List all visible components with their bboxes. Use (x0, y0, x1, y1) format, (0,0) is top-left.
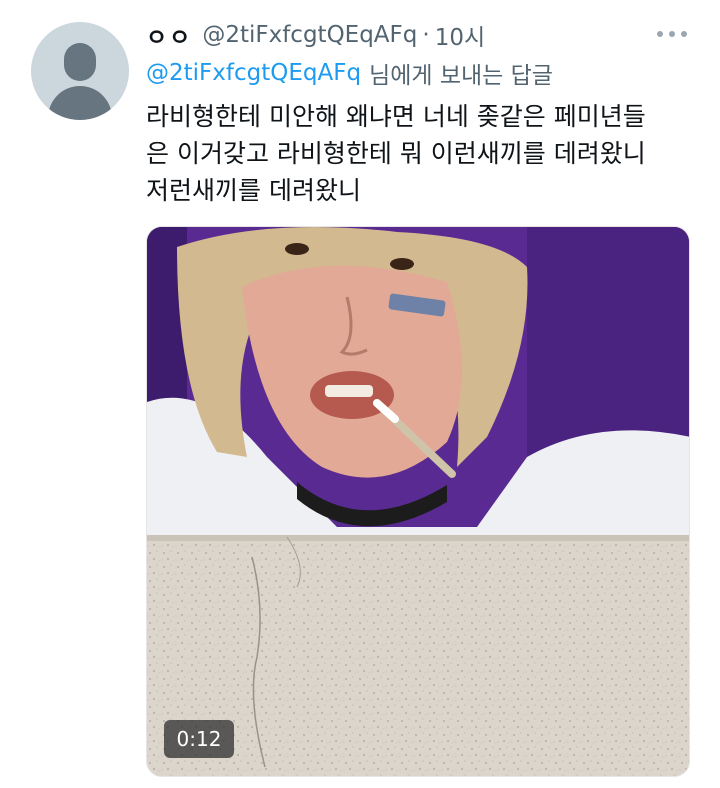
reply-handle-link[interactable]: @2tiFxfcgtQEqAFq (146, 60, 361, 86)
tweet-text-line: 저런새끼를 데려왔니 (146, 176, 361, 205)
video-thumbnail[interactable] (147, 227, 690, 777)
tweet-text: 라비형한테 미안해 왜냐면 너네 좆같은 페미년들 은 이거갖고 라비형한테 뭐… (146, 98, 701, 209)
user-handle[interactable]: @2tiFxfcgtQEqAFq (202, 22, 417, 48)
video-duration-badge: 0:12 (164, 720, 234, 758)
tweet-text-line: 은 이거갖고 라비형한테 뭐 이런새끼를 데려왔니 (146, 139, 646, 168)
video-player[interactable] (146, 226, 690, 777)
more-dot (669, 31, 675, 37)
default-avatar-icon[interactable] (31, 22, 129, 120)
display-name[interactable]: ㅇㅇ (146, 18, 192, 52)
tweet-text-line: 라비형한테 미안해 왜냐면 너네 좆같은 페미년들 (146, 102, 646, 131)
more-dot (657, 31, 663, 37)
avatar-body-shape (48, 86, 112, 120)
tweet-header: ㅇㅇ @2tiFxfcgtQEqAFq · 10시 (146, 18, 485, 52)
more-dot (681, 31, 687, 37)
replying-to: @2tiFxfcgtQEqAFq 님에게 보내는 답글 (146, 56, 553, 90)
tweet-timestamp[interactable]: 10시 (435, 18, 485, 52)
separator-dot: · (422, 22, 430, 48)
tweet[interactable]: ㅇㅇ @2tiFxfcgtQEqAFq · 10시 @2tiFxfcgtQEqA… (0, 0, 720, 788)
avatar-head-shape (64, 43, 96, 81)
more-horizontal-icon[interactable] (654, 22, 690, 46)
reply-suffix: 님에게 보내는 답글 (369, 63, 553, 89)
